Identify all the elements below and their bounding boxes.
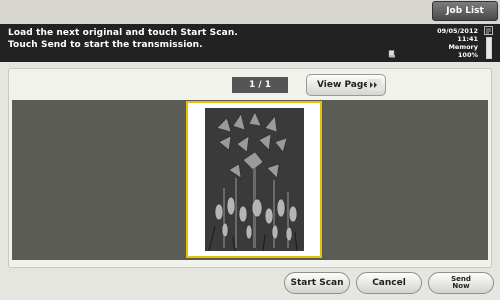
message-line-1: Load the next original and touch Start S…	[8, 28, 238, 38]
double-chevron-right-icon	[367, 79, 381, 91]
view-page-label: View Page	[317, 80, 370, 90]
status-time: 11:41	[457, 35, 478, 43]
scanned-photo-thumbnail	[205, 108, 304, 251]
status-block: 09/05/2012 11:41 Memory 100%	[437, 27, 478, 59]
view-page-button[interactable]: View Page	[306, 74, 386, 96]
memory-value: 100%	[457, 51, 478, 59]
top-strip: Job List	[0, 0, 500, 24]
job-list-label: Job List	[446, 6, 484, 16]
fax-status-icon	[484, 26, 493, 35]
job-list-button[interactable]: Job List	[432, 1, 498, 21]
status-date: 09/05/2012	[437, 27, 478, 35]
memory-gauge-icon	[486, 37, 492, 59]
start-scan-label: Start Scan	[290, 278, 344, 288]
page-counter: 1 / 1	[232, 77, 288, 93]
message-line-2: Touch Send to start the transmission.	[8, 40, 203, 50]
memory-label: Memory	[448, 43, 478, 51]
cancel-button[interactable]: Cancel	[356, 272, 422, 294]
page-thumbnail[interactable]	[186, 101, 322, 258]
copy-scan-screen: Job List Load the next original and touc…	[0, 0, 500, 300]
send-now-button[interactable]: Send Now	[428, 272, 494, 294]
start-scan-button[interactable]: Start Scan	[284, 272, 350, 294]
send-label-line-2: Now	[452, 282, 470, 290]
memory-gauge-fill	[487, 38, 491, 58]
message-bar: Load the next original and touch Start S…	[0, 24, 500, 62]
cancel-label: Cancel	[372, 278, 406, 288]
scan-document-icon	[388, 50, 395, 58]
